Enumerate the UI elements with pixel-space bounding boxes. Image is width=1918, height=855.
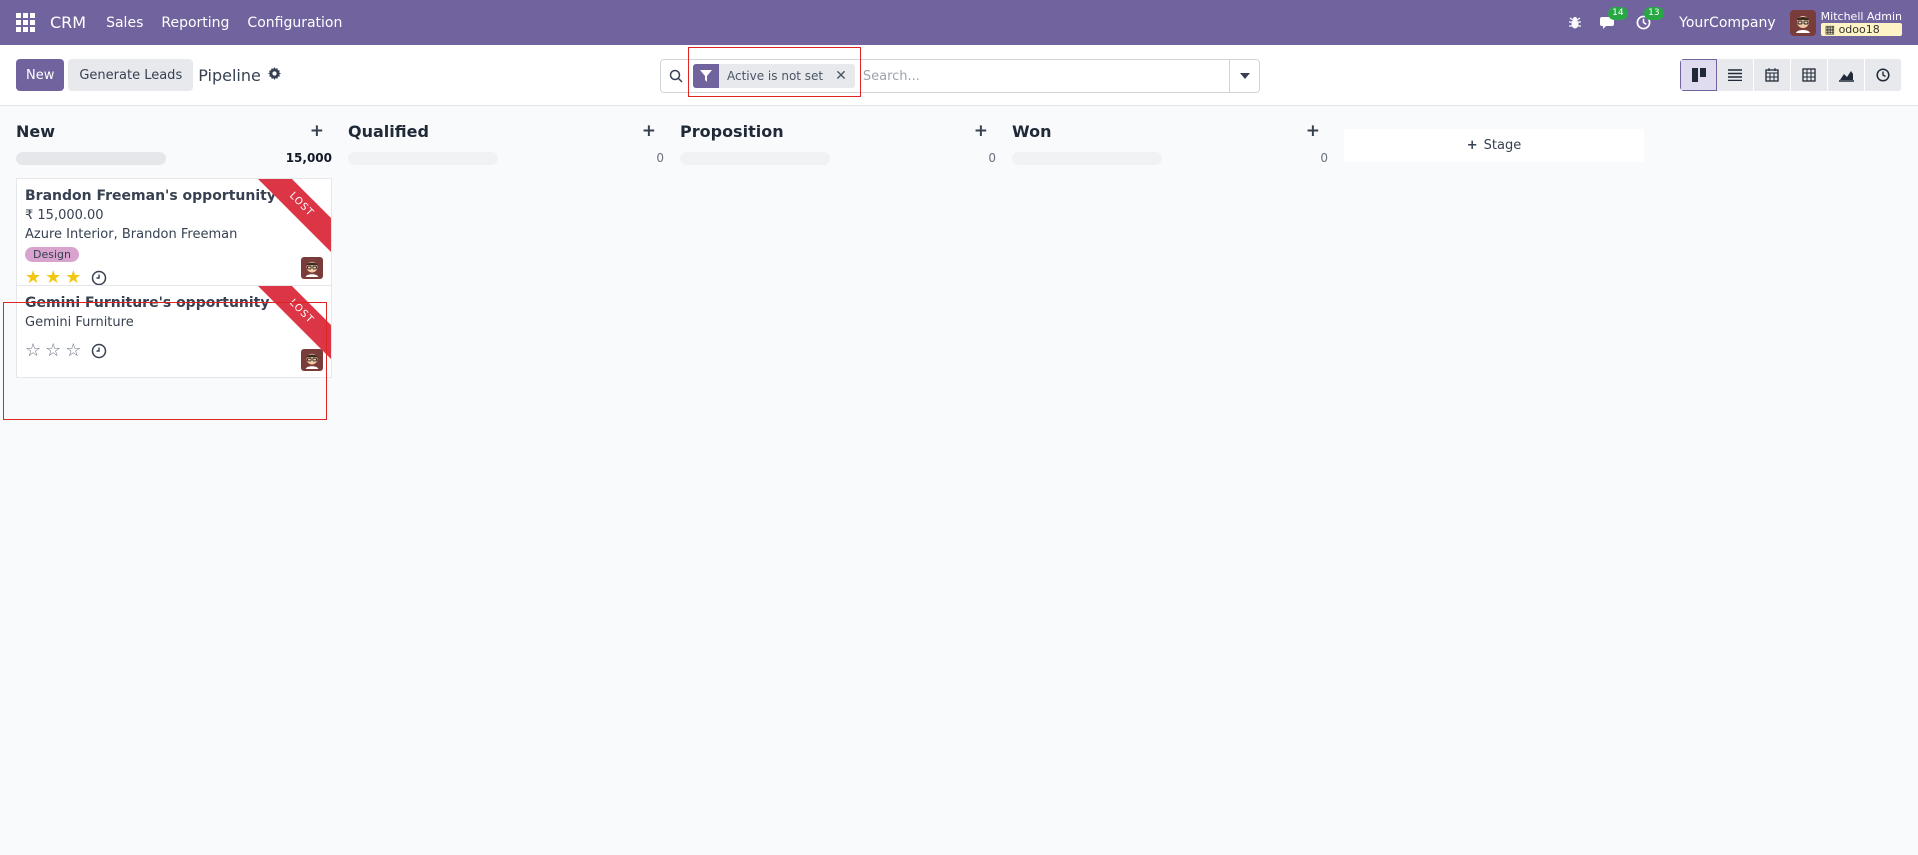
column-title[interactable]: Qualified	[348, 122, 429, 141]
apps-menu-icon[interactable]	[16, 12, 36, 33]
column-total: 0	[656, 151, 664, 165]
priority-star-icon[interactable]: ☆	[45, 340, 61, 361]
activity-view-icon[interactable]	[1865, 59, 1902, 91]
card-tag: Design	[25, 247, 79, 262]
priority-star-icon[interactable]: ☆	[65, 340, 81, 361]
card-footer: ★ ★ ★	[25, 267, 323, 286]
search-facet[interactable]: Active is not set ✕	[693, 64, 855, 88]
app-brand[interactable]: CRM	[50, 13, 86, 32]
progress-bar[interactable]	[348, 151, 498, 165]
navbar-systray: 14 13 YourCompany Mitchell Admin ▦ odoo1…	[1550, 7, 1902, 36]
menu-reporting[interactable]: Reporting	[161, 15, 229, 31]
search-icon[interactable]	[661, 69, 691, 83]
kanban-board: New + 15,000 LOST Brandon Freeman's oppo…	[0, 106, 1918, 378]
card-revenue: ₹ 15,000.00	[25, 208, 104, 223]
top-navbar: CRM Sales Reporting Configuration 14 13 …	[0, 0, 1918, 45]
column-header: Qualified +	[348, 118, 664, 144]
filter-icon	[693, 64, 719, 88]
salesperson-avatar[interactable]	[301, 349, 323, 371]
activity-clock-icon[interactable]	[91, 270, 107, 286]
calendar-view-icon[interactable]	[1754, 59, 1791, 91]
card-contact: Azure Interior, Brandon Freeman	[25, 227, 238, 242]
new-button[interactable]: New	[16, 59, 65, 91]
user-info: Mitchell Admin ▦ odoo18	[1820, 9, 1902, 36]
breadcrumb-pipeline: Pipeline	[198, 65, 261, 85]
column-header: Won +	[1012, 118, 1328, 144]
column-won: Won + 0	[1012, 118, 1328, 378]
search-options-toggle[interactable]	[1229, 60, 1259, 92]
messages-count-badge: 14	[1608, 7, 1628, 20]
column-progress: 0	[1012, 150, 1328, 166]
column-total: 0	[1320, 151, 1328, 165]
column-quick-add-icon[interactable]: +	[310, 121, 332, 141]
list-view-icon[interactable]	[1717, 59, 1754, 91]
view-switcher	[1680, 59, 1902, 91]
facet-label: Active is not set	[727, 69, 824, 83]
column-total: 0	[988, 151, 996, 165]
menu-configuration[interactable]: Configuration	[247, 15, 342, 31]
company-switcher[interactable]: YourCompany	[1679, 15, 1776, 31]
database-name: ▦ odoo18	[1820, 22, 1902, 36]
column-title[interactable]: Proposition	[680, 122, 784, 141]
messages-chat-icon[interactable]: 14	[1600, 7, 1628, 30]
column-total: 15,000	[285, 151, 332, 165]
card-contact: Gemini Furniture	[25, 315, 134, 330]
column-proposition: Proposition + 0	[680, 118, 996, 378]
add-stage-label: Stage	[1483, 138, 1522, 153]
progress-bar[interactable]	[1012, 151, 1162, 165]
column-progress: 0	[348, 150, 664, 166]
column-quick-add-icon[interactable]: +	[642, 121, 664, 141]
activities-count-badge: 13	[1644, 7, 1664, 20]
user-menu[interactable]: Mitchell Admin ▦ odoo18	[1789, 9, 1902, 36]
search-bar: Active is not set ✕	[660, 59, 1260, 93]
generate-leads-button[interactable]: Generate Leads	[68, 59, 194, 91]
column-progress: 0	[680, 150, 996, 166]
activities-clock-icon[interactable]: 13	[1636, 7, 1664, 30]
kanban-card[interactable]: LOST Brandon Freeman's opportunity ₹ 15,…	[16, 178, 332, 286]
progress-bar[interactable]	[16, 151, 166, 165]
plus-icon: +	[1466, 138, 1478, 153]
kanban-view-icon[interactable]	[1680, 59, 1717, 91]
control-panel: New Generate Leads Pipeline Active is no…	[0, 45, 1918, 106]
activity-clock-icon[interactable]	[91, 343, 107, 359]
column-progress: 15,000	[16, 150, 332, 166]
priority-star-icon[interactable]: ☆	[25, 340, 41, 361]
priority-star-icon[interactable]: ★	[65, 267, 81, 285]
column-header: New +	[16, 118, 332, 144]
kanban-card[interactable]: LOST Gemini Furniture's opportunity Gemi…	[16, 285, 332, 378]
salesperson-avatar[interactable]	[301, 257, 323, 279]
card-footer: ☆ ☆ ☆	[25, 340, 323, 361]
column-quick-add-icon[interactable]: +	[1306, 121, 1328, 141]
database-label: odoo18	[1838, 22, 1880, 36]
search-input[interactable]	[854, 61, 1229, 91]
column-title[interactable]: Won	[1012, 122, 1051, 141]
gear-icon[interactable]	[267, 66, 281, 84]
graph-view-icon[interactable]	[1828, 59, 1865, 91]
column-header: Proposition +	[680, 118, 996, 144]
pivot-view-icon[interactable]	[1791, 59, 1828, 91]
column-qualified: Qualified + 0	[348, 118, 664, 378]
add-stage-button[interactable]: + Stage	[1344, 129, 1644, 162]
column-quick-add-icon[interactable]: +	[974, 121, 996, 141]
facet-remove-icon[interactable]: ✕	[831, 68, 855, 84]
user-avatar	[1789, 9, 1816, 36]
priority-star-icon[interactable]: ★	[25, 267, 41, 285]
column-title[interactable]: New	[16, 122, 55, 141]
priority-star-icon[interactable]: ★	[45, 267, 61, 285]
progress-bar[interactable]	[680, 151, 830, 165]
user-name: Mitchell Admin	[1820, 9, 1902, 23]
column-new: New + 15,000 LOST Brandon Freeman's oppo…	[16, 118, 332, 378]
debug-bug-icon[interactable]	[1568, 16, 1582, 30]
menu-sales[interactable]: Sales	[106, 15, 143, 31]
